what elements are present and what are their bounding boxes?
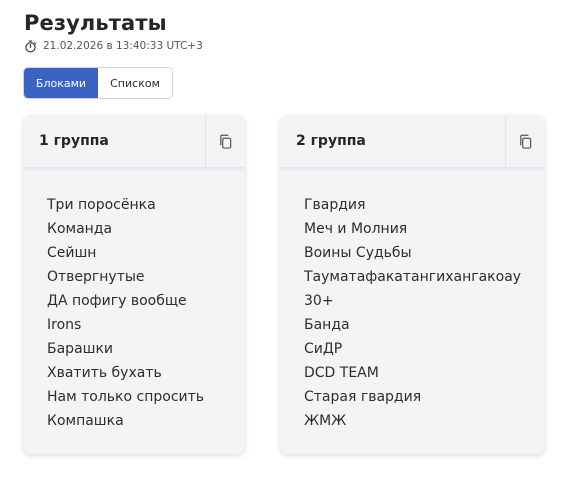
timestamp: 21.02.2026 в 13:40:33 UTC+3 [24, 38, 203, 54]
team-item: Старая гвардия [304, 389, 422, 405]
team-item: Банда [304, 317, 350, 333]
blocks-view-button[interactable]: Блоками [24, 68, 98, 98]
team-list: Три поросёнка Команда Сейшн Отвергнутые … [23, 168, 245, 433]
group-card-1: 1 группа Три поросёнка Команда Сейшн Отв… [23, 115, 245, 454]
team-item: Irons [47, 317, 82, 333]
view-toggle: Блоками Списком [23, 67, 173, 99]
group-card-header: 1 группа [23, 115, 245, 168]
team-item: Три поросёнка [47, 197, 156, 213]
group-title: 1 группа [39, 133, 109, 149]
team-item: Компашка [47, 413, 124, 429]
team-item: Команда [47, 221, 113, 237]
group-title: 2 группа [296, 133, 366, 149]
team-item: ДА пофигу вообще [47, 293, 187, 309]
stopwatch-icon [25, 39, 37, 53]
group-card-2: 2 группа Гвардия Меч и Молния Воины Судь… [280, 115, 545, 454]
copy-icon [220, 134, 232, 149]
team-list: Гвардия Меч и Молния Воины Судьбы Таумат… [280, 168, 545, 433]
team-item: СиДР [304, 341, 343, 357]
team-item: Барашки [47, 341, 114, 357]
team-item: Меч и Молния [304, 221, 408, 237]
copy-icon [520, 134, 532, 149]
copy-button[interactable] [205, 115, 245, 167]
list-view-button[interactable]: Списком [98, 68, 172, 98]
team-item: Тауматафакатангихангакоау [304, 269, 522, 285]
team-item: DCD TEAM [304, 365, 379, 381]
team-item: 30+ [304, 293, 334, 309]
team-item: Сейшн [47, 245, 97, 261]
team-item: Хватить бухать [47, 365, 162, 381]
team-item: Гвардия [304, 197, 366, 213]
copy-button[interactable] [505, 115, 545, 167]
team-item: Воины Судьбы [304, 245, 412, 261]
team-item: Нам только спросить [47, 389, 205, 405]
team-item: ЖМЖ [304, 413, 347, 429]
team-item: Отвергнутые [47, 269, 145, 285]
page-title: Результаты [24, 11, 167, 35]
group-card-header: 2 группа [280, 115, 545, 168]
timestamp-text: 21.02.2026 в 13:40:33 UTC+3 [43, 40, 203, 52]
